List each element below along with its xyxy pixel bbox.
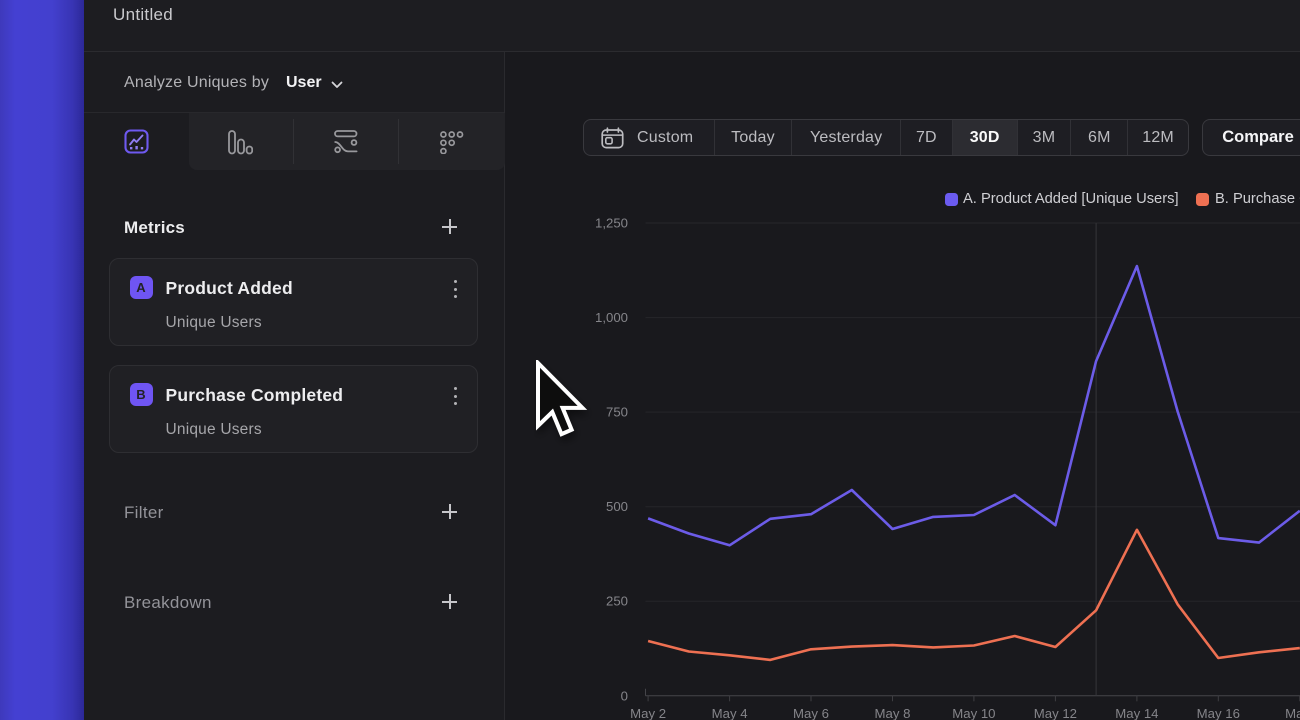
- svg-text:May 4: May 4: [712, 706, 748, 720]
- svg-text:1,250: 1,250: [595, 216, 628, 231]
- svg-text:May 14: May 14: [1115, 706, 1158, 720]
- svg-text:1,000: 1,000: [595, 310, 628, 325]
- svg-text:750: 750: [606, 405, 628, 420]
- svg-text:500: 500: [606, 499, 628, 514]
- svg-text:May 10: May 10: [952, 706, 995, 720]
- svg-text:May 6: May 6: [793, 706, 829, 720]
- svg-text:May 16: May 16: [1197, 706, 1240, 720]
- svg-text:May 18: May 18: [1285, 706, 1300, 720]
- svg-text:250: 250: [606, 594, 628, 609]
- svg-text:0: 0: [621, 688, 628, 703]
- svg-text:May 12: May 12: [1034, 706, 1077, 720]
- svg-text:May 2: May 2: [630, 706, 666, 720]
- svg-text:May 8: May 8: [875, 706, 911, 720]
